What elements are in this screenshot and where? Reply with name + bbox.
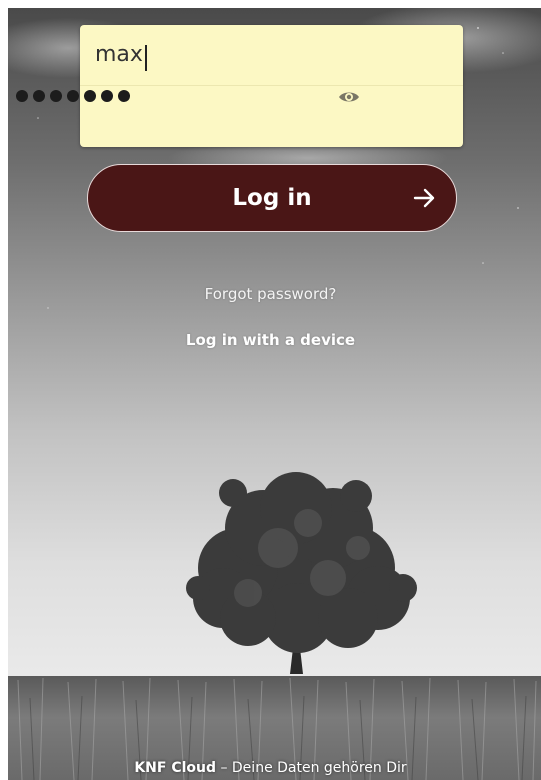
password-mask-dot	[33, 90, 45, 102]
password-input[interactable]	[80, 86, 463, 147]
text-cursor	[145, 45, 147, 71]
eye-icon	[339, 92, 359, 102]
login-form: max	[80, 25, 463, 147]
password-mask-dot	[84, 90, 96, 102]
username-value: max	[95, 42, 143, 67]
login-button-label: Log in	[232, 185, 312, 211]
password-mask-dot	[50, 90, 62, 102]
password-mask-dot	[118, 90, 130, 102]
footer-slogan: Deine Daten gehören Dir	[231, 760, 407, 776]
device-login-link[interactable]: Log in with a device	[0, 331, 541, 349]
login-button[interactable]: Log in	[87, 164, 457, 232]
login-screen: max Log in Forgot password? Log in with …	[0, 0, 541, 780]
show-password-button[interactable]	[335, 86, 363, 108]
password-mask-dot	[16, 90, 28, 102]
password-mask-dot	[67, 90, 79, 102]
password-mask-dot	[101, 90, 113, 102]
footer-separator: –	[216, 760, 232, 776]
username-input[interactable]: max	[80, 25, 463, 86]
forgot-password-link[interactable]: Forgot password?	[0, 285, 541, 303]
footer-brand[interactable]: KNF Cloud	[134, 760, 216, 776]
footer: KNF Cloud – Deine Daten gehören Dir	[0, 760, 541, 776]
arrow-right-icon	[413, 188, 435, 208]
